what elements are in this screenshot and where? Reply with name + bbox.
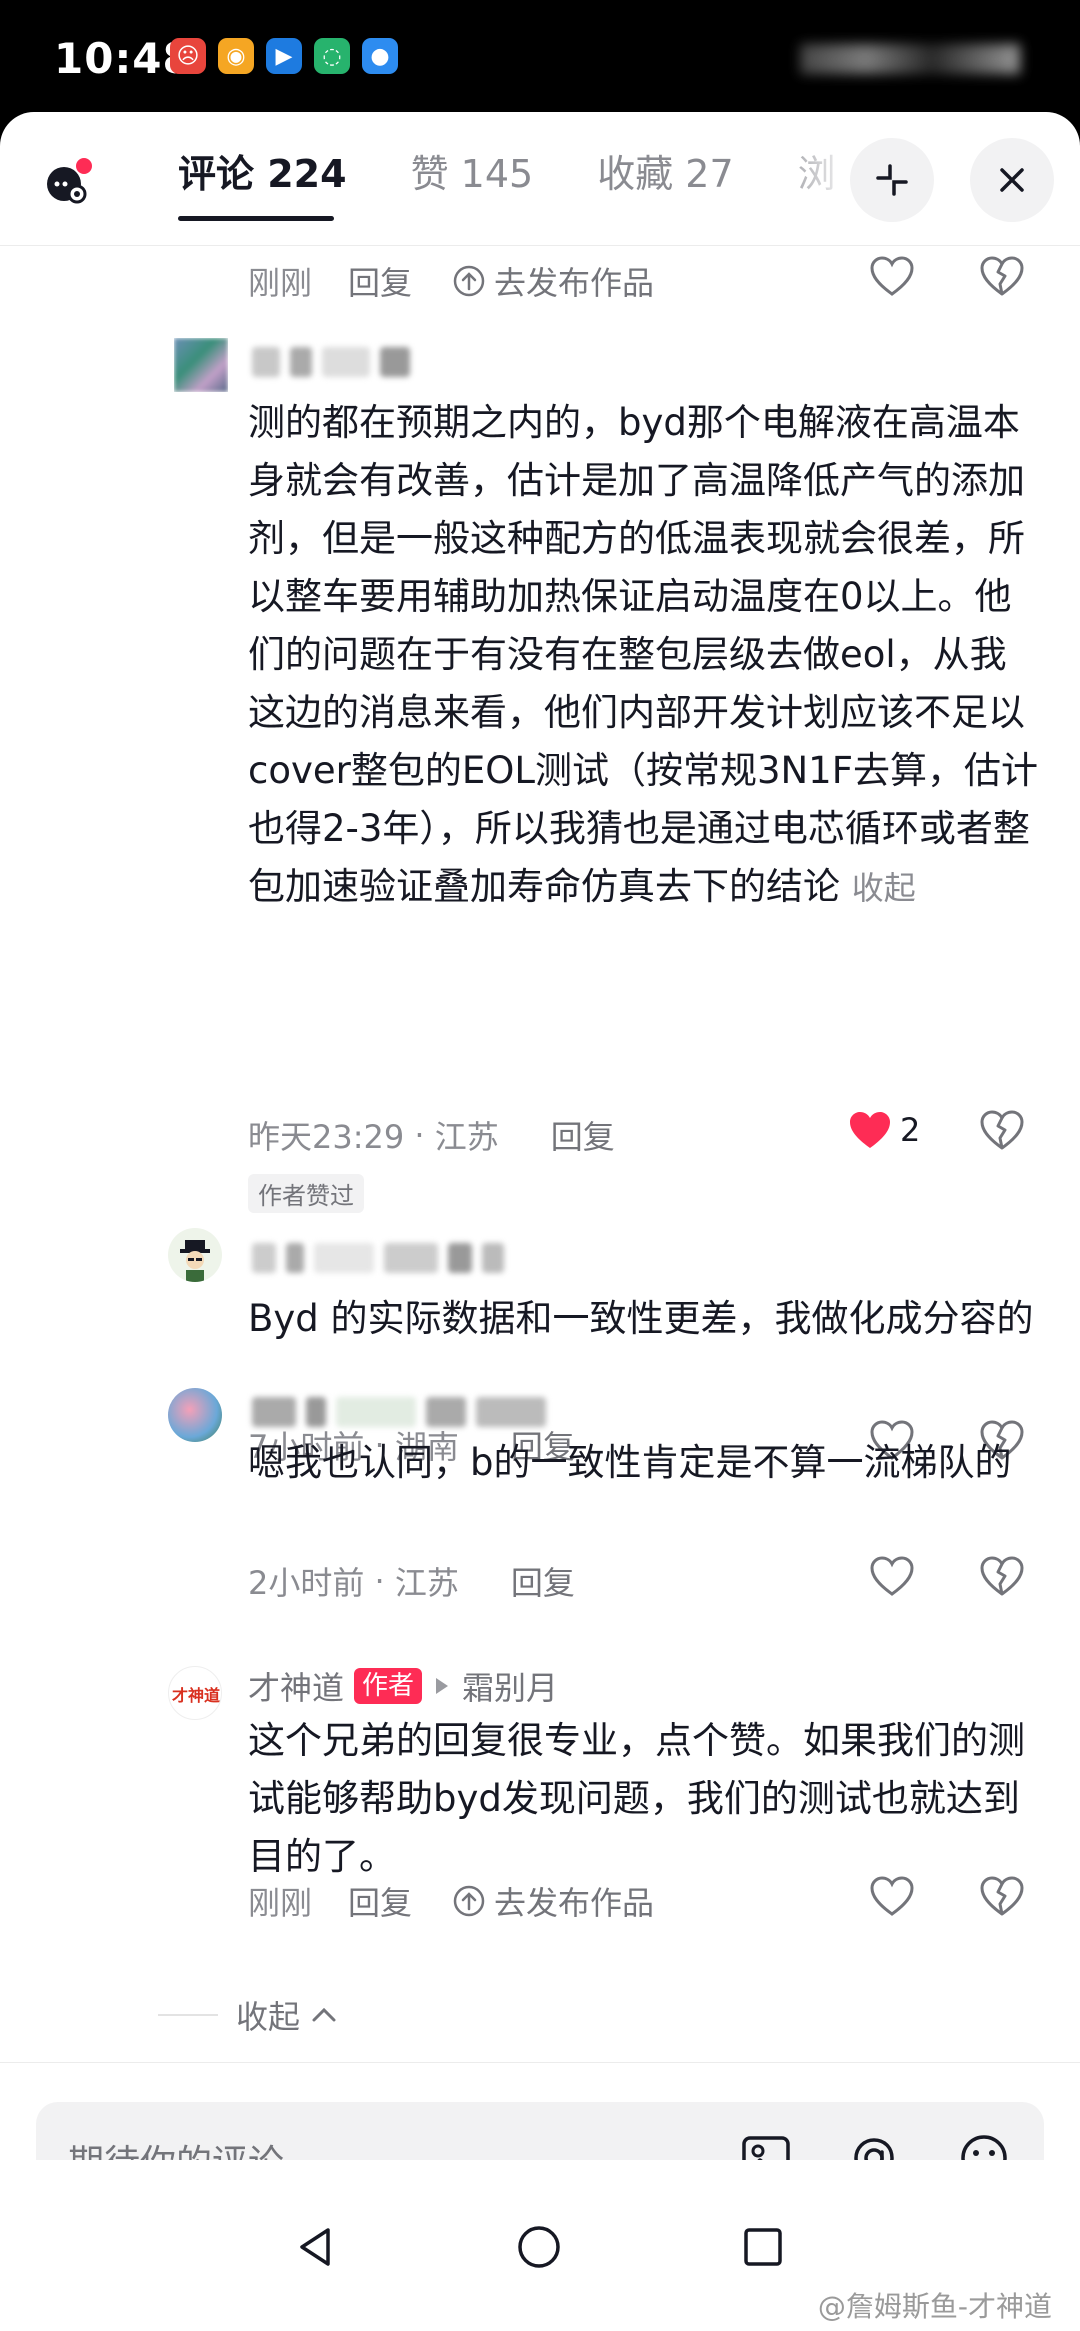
publish-work-label: 去发布作品: [494, 1884, 655, 1922]
reply-arrow-icon: [436, 1678, 449, 1694]
broken-heart-icon: [980, 256, 1024, 296]
username-blurred[interactable]: [252, 344, 410, 380]
chevron-up-icon: [312, 2007, 336, 2022]
message-app-icon: ●: [362, 38, 398, 74]
comment-meta: 刚刚 回复 去发布作品: [248, 1878, 654, 1924]
comment-meta: 2小时前 · 江苏 回复: [248, 1558, 575, 1604]
tab-comments[interactable]: 评论 224: [178, 146, 347, 202]
like-button[interactable]: [868, 254, 916, 298]
active-tab-indicator: [178, 216, 334, 221]
avatar[interactable]: [174, 338, 228, 392]
comment-text: Byd 的实际数据和一致性更差，我做化成分容的: [248, 1297, 1034, 1340]
dislike-button[interactable]: [978, 254, 1026, 298]
comments-header: 评论 224 赞 145 收藏 27 浏: [0, 112, 1080, 246]
publish-work-link[interactable]: 去发布作品: [452, 1878, 654, 1924]
like-button-liked[interactable]: 2: [846, 1108, 920, 1152]
input-divider: [0, 2062, 1080, 2063]
close-button[interactable]: [970, 138, 1054, 222]
collapse-replies-button[interactable]: 收起: [236, 1992, 338, 2038]
comment-time: 刚刚: [248, 264, 313, 302]
heart-icon: [870, 1876, 914, 1916]
comment-meta: 刚刚 回复 去发布作品: [248, 258, 654, 304]
tab-bar: 评论 224 赞 145 收藏 27 浏: [178, 146, 836, 202]
minimize-button[interactable]: [850, 138, 934, 222]
author-avatar[interactable]: 才神道: [168, 1666, 222, 1720]
watermark: @詹姆斯鱼-才神道: [817, 2290, 1052, 2323]
heart-icon: [870, 256, 914, 296]
publish-work-label: 去发布作品: [494, 264, 655, 302]
reply-button[interactable]: 回复: [348, 1878, 412, 1924]
comment-time: 2小时前: [248, 1564, 365, 1602]
weibo-icon: ◉: [218, 38, 254, 74]
comment-text: 测的都在预期之内的，byd那个电解液在高温本身就会有改善，估计是加了高温降低产气…: [248, 394, 1038, 917]
comment-time: 昨天23:29: [248, 1118, 405, 1156]
reply-button[interactable]: 回复: [511, 1558, 575, 1604]
dislike-button[interactable]: [978, 1874, 1026, 1918]
author-tag: 作者: [354, 1668, 423, 1704]
comment-time: 刚刚: [248, 1884, 313, 1922]
comment-text: 嗯我也认同，b的一致性肯定是不算一流梯队的: [248, 1441, 1012, 1484]
collapse-divider: [158, 2014, 218, 2016]
avatar[interactable]: [168, 1228, 222, 1282]
chat-app-icon: ◌: [314, 38, 350, 74]
broken-heart-icon: [980, 1110, 1024, 1150]
comments-sheet: 评论 224 赞 145 收藏 27 浏 刚刚 回复 去发布作品: [0, 112, 1080, 2331]
reply-to-username[interactable]: 霜别月: [462, 1663, 558, 1709]
status-bar: 10:48 ☹ ◉ ▶ ◌ ●: [0, 0, 1080, 112]
meta-separator: ·: [404, 1116, 435, 1154]
recents-icon[interactable]: [738, 2222, 788, 2272]
like-count: 2: [900, 1111, 921, 1149]
heart-filled-icon: [850, 1112, 890, 1148]
comment-body: 测的都在预期之内的，byd那个电解液在高温本身就会有改善，估计是加了高温降低产气…: [248, 401, 1039, 908]
author-liked-badge: 作者赞过: [248, 1174, 364, 1213]
avatar[interactable]: [168, 1388, 222, 1442]
comment-text: 这个兄弟的回复很专业，点个赞。如果我们的测试能够帮助byd发现问题，我们的测试也…: [248, 1719, 1025, 1878]
broken-heart-icon: [980, 1556, 1024, 1596]
home-icon[interactable]: [514, 2222, 564, 2272]
comment-location: 江苏: [434, 1118, 499, 1156]
upload-icon: [453, 1885, 485, 1917]
publish-work-link[interactable]: 去发布作品: [452, 258, 654, 304]
avatar-figure-icon: [180, 1240, 210, 1282]
username-blurred[interactable]: [252, 1394, 546, 1430]
broken-heart-icon: [980, 1876, 1024, 1916]
author-logo-icon: 才神道: [172, 1686, 220, 1705]
message-settings-icon[interactable]: [44, 156, 94, 206]
app-red-icon: ☹: [170, 38, 206, 74]
back-icon[interactable]: [290, 2222, 340, 2272]
comment-location: 江苏: [394, 1564, 459, 1602]
reply-button[interactable]: 回复: [551, 1112, 615, 1158]
collapse-text-button[interactable]: 收起: [852, 869, 916, 907]
dislike-button[interactable]: [978, 1108, 1026, 1152]
close-icon: [1000, 168, 1024, 192]
minimize-icon: [876, 164, 908, 196]
reply-button[interactable]: 回复: [348, 258, 412, 304]
svg-text:才神道: 才神道: [172, 1686, 220, 1705]
status-icons: ☹ ◉ ▶ ◌ ●: [170, 38, 398, 74]
meta-separator: ·: [364, 1562, 395, 1600]
like-button[interactable]: [868, 1554, 916, 1598]
author-username[interactable]: 才神道: [248, 1663, 344, 1709]
comment-meta: 昨天23:29 · 江苏 回复: [248, 1112, 615, 1158]
username-blurred[interactable]: [252, 1240, 504, 1276]
author-name-row: 才神道 作者 霜别月: [248, 1668, 558, 1707]
upload-icon: [453, 265, 485, 297]
like-button[interactable]: [868, 1874, 916, 1918]
collapse-replies-label: 收起: [236, 1998, 301, 2036]
blue-app-icon: ▶: [266, 38, 302, 74]
dislike-button[interactable]: [978, 1554, 1026, 1598]
tab-likes[interactable]: 赞 145: [411, 146, 534, 202]
tab-favorites[interactable]: 收藏 27: [597, 146, 733, 202]
heart-icon: [870, 1556, 914, 1596]
status-indicators-blurred: [800, 44, 1020, 74]
